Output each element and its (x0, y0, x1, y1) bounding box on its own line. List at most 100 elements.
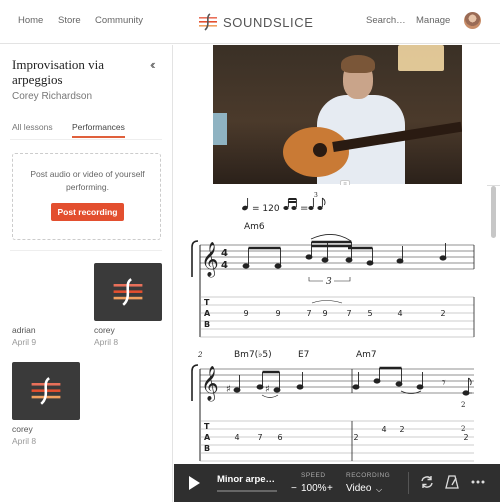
svg-text:2: 2 (399, 425, 404, 434)
time-signature-top: 4 (221, 248, 228, 259)
svg-text:B: B (204, 444, 210, 453)
tab-clef: T A B (204, 298, 211, 329)
chord-symbol: Am6 (244, 222, 265, 232)
user-avatar[interactable] (464, 12, 481, 29)
more-icon[interactable] (470, 474, 486, 490)
speed-increase-button[interactable]: + (327, 483, 333, 494)
divider (10, 139, 162, 140)
tab-numbers-system-2: 4 7 6 2 4 2 2 (234, 425, 468, 442)
performance-logo-thumbnail[interactable] (12, 362, 80, 420)
notation-view[interactable]: = 120 = 3 Am6 𝄞 4 4 3 T A B 9 9 7 9 7 5 … (174, 185, 487, 464)
top-navigation: Home Store Community SOUNDSLICE Search… … (0, 0, 500, 44)
svg-text:9: 9 (243, 309, 248, 318)
nav-manage-link[interactable]: Manage (416, 15, 450, 26)
sidebar-tabs: All lessons Performances (0, 120, 173, 140)
svg-text:A: A (204, 309, 211, 318)
swing-marking: = 3 (283, 192, 326, 214)
performance-date: April 8 (94, 337, 119, 347)
performance-author[interactable]: corey (94, 325, 162, 335)
tab-grace-number: 2 (461, 425, 465, 433)
score-scrollbar[interactable] (491, 186, 496, 238)
chevron-down-icon[interactable]: ⌵ (376, 485, 382, 495)
post-recording-panel: Post audio or video of yourself performi… (12, 153, 161, 240)
swing-triplet: 3 (314, 192, 318, 199)
tempo-marking: = 120 (242, 198, 280, 214)
svg-text:7: 7 (306, 309, 311, 318)
play-icon[interactable] (189, 476, 200, 490)
svg-text:9: 9 (322, 309, 327, 318)
search-link[interactable]: Search… (366, 15, 406, 26)
divider (408, 472, 409, 494)
speed-label: SPEED (301, 472, 326, 479)
svg-text:A: A (204, 433, 211, 442)
lesson-author[interactable]: Corey Richardson (12, 91, 92, 102)
performance-item[interactable]: adrian April 9 (12, 263, 293, 366)
svg-text:9: 9 (275, 309, 280, 318)
nav-store-link[interactable]: Store (58, 15, 81, 26)
video-scene-window (213, 113, 227, 145)
performance-item[interactable]: corey April 8 (12, 362, 80, 446)
collapse-sidebar-button[interactable]: ‹‹ (150, 57, 155, 72)
svg-text:T: T (204, 298, 210, 307)
time-signature-bottom: 4 (221, 260, 228, 271)
performance-date: April 9 (12, 337, 37, 347)
performance-date: April 8 (12, 436, 37, 446)
upload-prompt: Post audio or video of yourself performi… (30, 169, 145, 192)
performance-logo-thumbnail[interactable] (94, 263, 162, 321)
tab-performances[interactable]: Performances (72, 122, 125, 132)
svg-text:2: 2 (440, 309, 445, 318)
treble-clef-icon: 𝄞 (201, 366, 219, 402)
tab-grace-number: 2 (461, 401, 465, 409)
svg-text:7: 7 (346, 309, 351, 318)
notes-measure-1 (242, 240, 447, 269)
divider (10, 250, 162, 251)
soundslice-logo-icon (31, 377, 61, 405)
tempo-value: = 120 (252, 204, 280, 214)
svg-text:Am7: Am7 (356, 350, 377, 360)
measure-number: 2 (197, 351, 203, 359)
svg-text:𝄾: 𝄾 (442, 375, 446, 391)
chord-symbols-system-2: Bm7(♭5) E7 Am7 (234, 350, 377, 360)
soundslice-logo-icon (199, 13, 217, 31)
svg-text:7: 7 (257, 433, 262, 442)
recording-label: RECORDING (346, 472, 391, 479)
svg-text:2: 2 (463, 433, 468, 442)
svg-text:♯: ♯ (265, 384, 270, 395)
lesson-video-player[interactable] (213, 45, 462, 184)
speed-decrease-button[interactable]: − (291, 483, 297, 494)
tab-clef: T A B (204, 422, 211, 453)
staff-system-1: 𝄞 4 4 3 T A B 9 9 7 9 7 5 4 2 (191, 234, 475, 338)
soundslice-logo-icon (113, 278, 143, 306)
svg-text:♯: ♯ (226, 384, 231, 395)
brand-logo[interactable]: SOUNDSLICE (198, 11, 314, 33)
staff-system-2: 𝄞 ♯ ♯ 𝄾 T A B 4 7 6 2 4 2 2 2 2 (191, 364, 474, 462)
video-scene-hair (341, 55, 375, 73)
svg-text:4: 4 (234, 433, 239, 442)
lesson-title: Improvisation via arpeggios (12, 57, 105, 87)
track-title[interactable]: Minor arpe… (217, 474, 275, 485)
post-recording-button[interactable]: Post recording (51, 203, 124, 221)
svg-text:Bm7(♭5): Bm7(♭5) (234, 350, 272, 360)
nav-community-link[interactable]: Community (95, 15, 143, 26)
active-tab-indicator (72, 136, 125, 138)
svg-text:4: 4 (397, 309, 402, 318)
loop-icon[interactable] (419, 474, 435, 490)
svg-text:4: 4 (381, 425, 386, 434)
svg-text:T: T (204, 422, 210, 431)
video-scene-lamp (398, 45, 444, 71)
nav-home-link[interactable]: Home (18, 15, 43, 26)
svg-text:E7: E7 (298, 350, 309, 360)
performance-author[interactable]: adrian (12, 325, 80, 335)
triplet-mark: 3 (326, 277, 332, 287)
svg-text:2: 2 (353, 433, 358, 442)
recording-select[interactable]: Video (346, 483, 371, 494)
tab-all-lessons[interactable]: All lessons (12, 122, 53, 132)
metronome-icon[interactable] (444, 474, 460, 490)
performance-author[interactable]: corey (12, 424, 80, 434)
brand-name: SOUNDSLICE (223, 14, 314, 30)
playback-bar: Minor arpe… SPEED − 100% + RECORDING Vid… (174, 464, 500, 502)
svg-text:5: 5 (367, 309, 372, 318)
progress-bar[interactable] (217, 490, 277, 492)
svg-text:B: B (204, 320, 210, 329)
performance-item[interactable]: corey April 8 (94, 263, 162, 347)
